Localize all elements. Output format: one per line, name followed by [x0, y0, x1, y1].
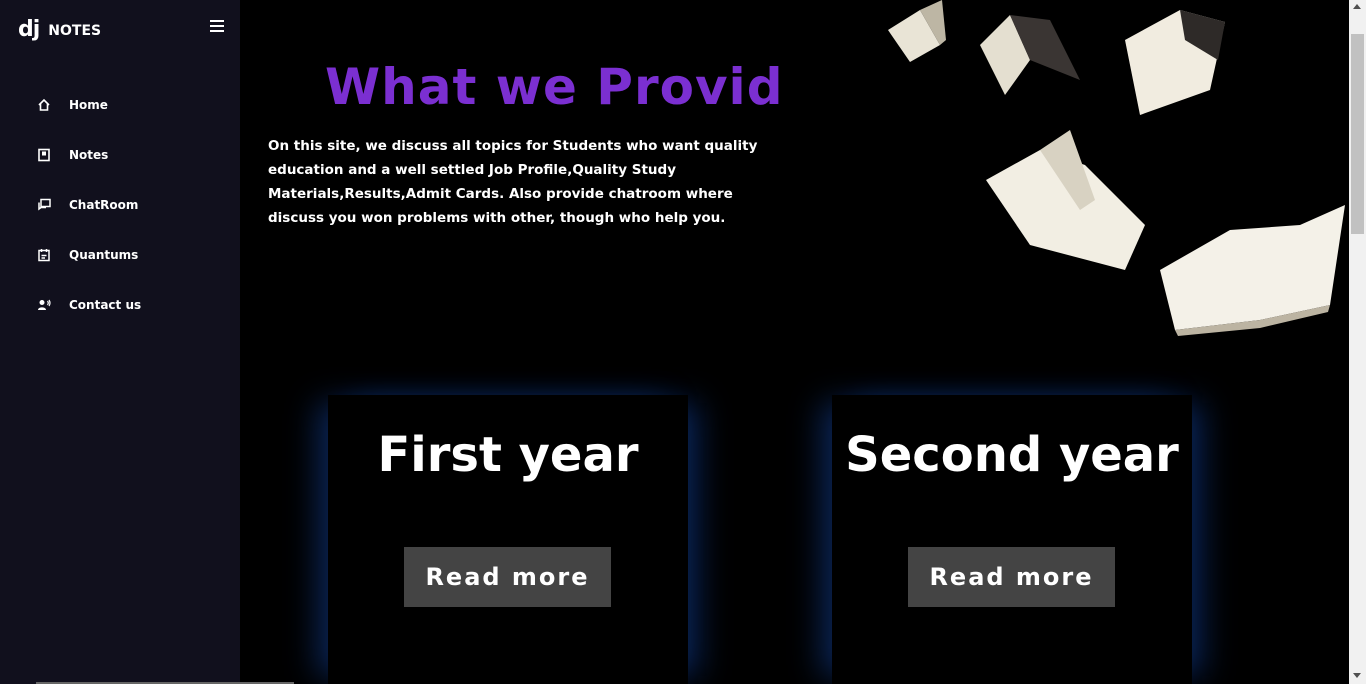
- brand-name: NOTES: [48, 23, 102, 39]
- vertical-scrollbar[interactable]: [1349, 0, 1366, 684]
- sidebar-item-label: Quantums: [69, 248, 139, 262]
- page-description: On this site, we discuss all topics for …: [268, 138, 758, 226]
- read-more-button[interactable]: Read more: [908, 547, 1115, 607]
- scrollbar-thumb[interactable]: [1351, 34, 1364, 234]
- read-more-button[interactable]: Read more: [404, 547, 611, 607]
- page-title: What we Provide?: [325, 58, 785, 116]
- sidebar-item-label: Notes: [69, 148, 109, 162]
- sidebar-item-contact[interactable]: Contact us: [0, 280, 240, 330]
- quantums-icon: [36, 247, 52, 263]
- sidebar-item-label: Home: [69, 98, 108, 112]
- sidebar-item-chatroom[interactable]: ChatRoom: [0, 180, 240, 230]
- brand-logo[interactable]: dj NOTES: [18, 14, 224, 44]
- sidebar-item-notes[interactable]: Notes: [0, 130, 240, 180]
- sidebar: dj NOTES Home Notes ChatRoom Quantums Co…: [0, 0, 240, 684]
- book-illustration: [888, 0, 1345, 336]
- flying-books-image: [888, 0, 1345, 336]
- first-year-card: First year Read more: [328, 395, 688, 684]
- card-title: Second year: [845, 427, 1179, 483]
- sidebar-item-quantums[interactable]: Quantums: [0, 230, 240, 280]
- sidebar-item-home[interactable]: Home: [0, 80, 240, 130]
- home-icon: [36, 97, 52, 113]
- sidebar-item-label: Contact us: [69, 298, 142, 312]
- chatroom-icon: [36, 197, 52, 213]
- menu-icon[interactable]: [210, 20, 224, 32]
- sidebar-item-label: ChatRoom: [69, 198, 139, 212]
- second-year-card: Second year Read more: [832, 395, 1192, 684]
- logo-mark: dj: [18, 16, 40, 42]
- notes-icon: [36, 147, 52, 163]
- scroll-up-arrow-icon[interactable]: [1353, 4, 1361, 9]
- card-title: First year: [377, 427, 639, 483]
- sidebar-nav: Home Notes ChatRoom Quantums Contact us: [0, 80, 240, 330]
- contact-icon: [36, 297, 52, 313]
- scroll-down-arrow-icon[interactable]: [1353, 673, 1361, 678]
